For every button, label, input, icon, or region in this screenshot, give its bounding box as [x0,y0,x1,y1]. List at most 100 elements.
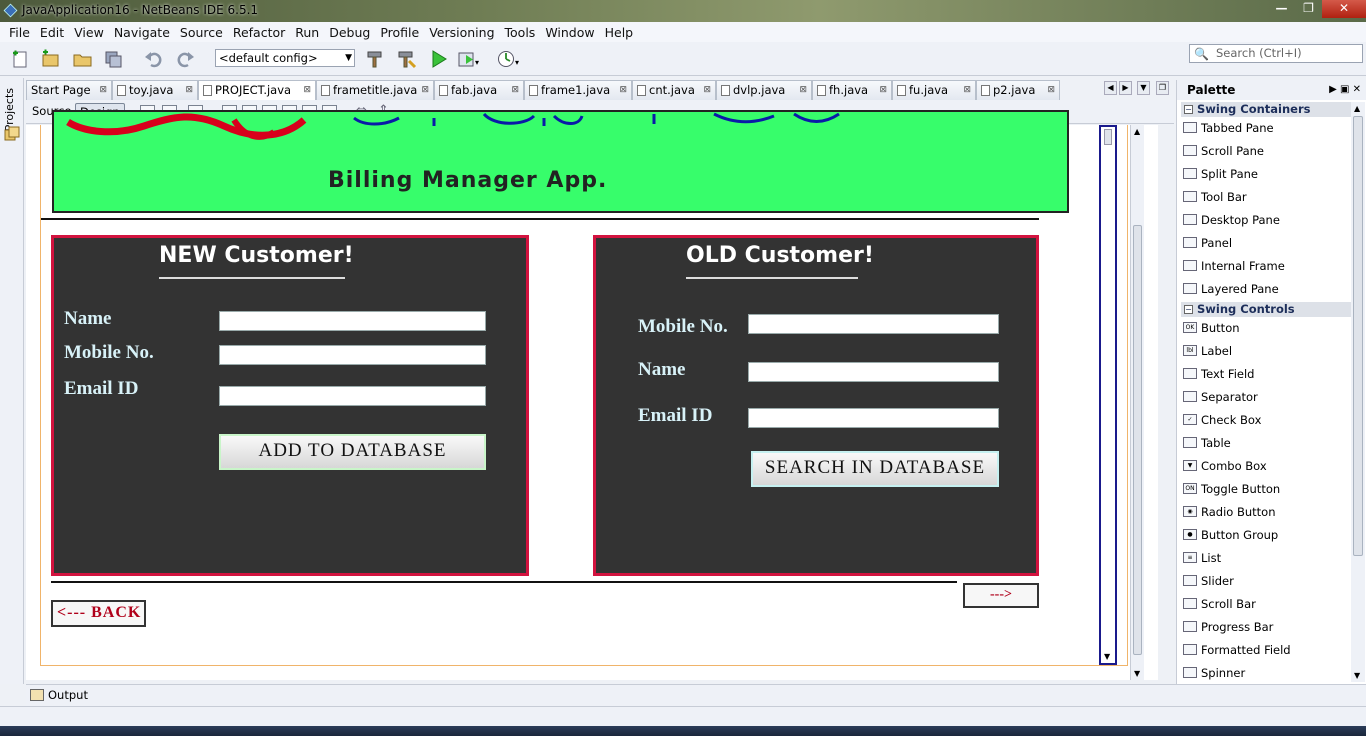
menu-file[interactable]: File [4,25,35,40]
palette-item-formatted-field[interactable]: Formatted Field [1181,641,1351,659]
scroll-up-icon[interactable]: ▲ [1134,127,1140,136]
tab-p2-java[interactable]: p2.java ⊠ [976,80,1060,100]
tab-frame1-java[interactable]: frame1.java ⊠ [524,80,632,100]
projects-tab[interactable]: Projects [3,88,16,131]
minimize-button[interactable]: — [1268,0,1295,18]
palette-item-scroll-pane[interactable]: Scroll Pane [1181,142,1351,160]
close-icon[interactable]: ⊠ [963,81,971,100]
tab-scroll-right-icon[interactable]: ▶ [1119,81,1132,95]
scroll-up-icon[interactable]: ▲ [1354,104,1360,113]
tab-cnt-java[interactable]: cnt.java ⊠ [632,80,716,100]
scroll-down-icon[interactable]: ▼ [1354,671,1360,680]
scroll-down-icon[interactable]: ▼ [1134,669,1140,678]
tab-fab-java[interactable]: fab.java ⊠ [434,80,524,100]
palette-item-toggle-button[interactable]: ON Toggle Button [1181,480,1351,498]
palette-item-split-pane[interactable]: Split Pane [1181,165,1351,183]
tab-list-icon[interactable]: ▼ [1137,81,1150,95]
menu-profile[interactable]: Profile [375,25,424,40]
palette-item-internal-frame[interactable]: Internal Frame [1181,257,1351,275]
palette-scrollbar[interactable]: ▲ ▼ [1351,102,1365,682]
palette-item-desktop-pane[interactable]: Desktop Pane [1181,211,1351,229]
build-hammer-icon[interactable] [364,49,386,69]
tab-toy-java[interactable]: toy.java ⊠ [112,80,198,100]
palette-item-button-group[interactable]: ● Button Group [1181,526,1351,544]
scroll-thumb[interactable] [1353,116,1363,556]
undo-icon[interactable] [143,49,165,69]
maximize-editor-icon[interactable]: ❐ [1156,81,1169,95]
close-icon[interactable]: ⊠ [1047,81,1055,100]
palette-category-swing-controls[interactable]: − Swing Controls [1181,302,1351,317]
next-button[interactable]: ---> [963,583,1039,608]
search-in-database-button[interactable]: SEARCH IN DATABASE [751,451,999,487]
palette-item-spinner[interactable]: Spinner [1181,664,1351,682]
search-input[interactable]: 🔍 Search (Ctrl+I) [1189,44,1363,63]
menu-tools[interactable]: Tools [500,25,541,40]
run-icon[interactable] [428,49,450,69]
tab-dvlp-java[interactable]: dvlp.java ⊠ [716,80,812,100]
canvas-vertical-scrollbar[interactable]: ▲ ▼ [1130,125,1144,680]
tab-fu-java[interactable]: fu.java ⊠ [892,80,976,100]
close-button[interactable]: ✕ [1322,0,1366,18]
save-all-icon[interactable] [103,49,125,69]
menu-view[interactable]: View [69,25,109,40]
new-file-icon[interactable] [10,49,32,69]
new-email-field[interactable] [219,386,486,406]
close-icon[interactable]: ⊠ [879,81,887,100]
palette-item-combo-box[interactable]: ▼ Combo Box [1181,457,1351,475]
palette-item-table[interactable]: Table [1181,434,1351,452]
menu-versioning[interactable]: Versioning [424,25,499,40]
menu-debug[interactable]: Debug [324,25,375,40]
palette-item-separator[interactable]: Separator [1181,388,1351,406]
redo-icon[interactable] [174,49,196,69]
clean-build-icon[interactable] [395,49,417,69]
old-email-field[interactable] [748,408,999,428]
close-icon[interactable]: ⊠ [421,81,429,100]
menu-window[interactable]: Window [540,25,599,40]
close-icon[interactable]: ⊠ [703,81,711,100]
scroll-thumb[interactable] [1104,129,1112,145]
collapse-icon[interactable]: − [1184,105,1193,114]
close-icon[interactable]: ⊠ [619,81,627,100]
new-name-field[interactable] [219,311,486,331]
debug-icon[interactable]: ▾ [457,49,479,69]
menu-run[interactable]: Run [290,25,324,40]
palette-item-tool-bar[interactable]: Tool Bar [1181,188,1351,206]
close-icon[interactable]: ⊠ [511,81,519,100]
scroll-thumb[interactable] [1133,225,1142,655]
open-project-icon[interactable] [72,49,94,69]
menu-source[interactable]: Source [175,25,228,40]
profile-icon[interactable]: ▾ [497,49,519,69]
scroll-down-icon[interactable]: ▼ [1104,652,1110,661]
old-name-field[interactable] [748,362,999,382]
close-icon[interactable]: ⊠ [99,81,107,100]
back-button[interactable]: <--- BACK [51,600,146,627]
palette-item-text-field[interactable]: Text Field [1181,365,1351,383]
old-mobile-field[interactable] [748,314,999,334]
palette-category-swing-containers[interactable]: − Swing Containers [1181,102,1351,117]
maximize-button[interactable]: ❐ [1295,0,1322,18]
palette-item-button[interactable]: OK Button [1181,319,1351,337]
close-icon[interactable]: ⊠ [185,81,193,100]
new-project-icon[interactable] [40,49,62,69]
palette-item-progress-bar[interactable]: Progress Bar [1181,618,1351,636]
palette-item-layered-pane[interactable]: Layered Pane [1181,280,1351,298]
config-select[interactable]: <default config> ▼ [215,49,355,67]
menu-edit[interactable]: Edit [35,25,69,40]
menu-refactor[interactable]: Refactor [228,25,290,40]
palette-item-scroll-bar[interactable]: Scroll Bar [1181,595,1351,613]
palette-item-label[interactable]: lbl Label [1181,342,1351,360]
output-tab[interactable]: Output [48,688,88,702]
tab-scroll-left-icon[interactable]: ◀ [1104,81,1117,95]
menu-navigate[interactable]: Navigate [109,25,175,40]
palette-item-tabbed-pane[interactable]: Tabbed Pane [1181,119,1351,137]
palette-window-controls[interactable]: ▶ ▣ ✕ [1329,80,1361,100]
menu-help[interactable]: Help [600,25,639,40]
palette-item-panel[interactable]: Panel [1181,234,1351,252]
close-icon[interactable]: ⊠ [303,81,311,100]
tab-fh-java[interactable]: fh.java ⊠ [812,80,892,100]
collapse-icon[interactable]: − [1184,305,1193,314]
palette-item-list[interactable]: ≡ List [1181,549,1351,567]
new-mobile-field[interactable] [219,345,486,365]
tab-frametitle-java[interactable]: frametitle.java ⊠ [316,80,434,100]
tab-start-page[interactable]: Start Page ⊠ [26,80,112,100]
